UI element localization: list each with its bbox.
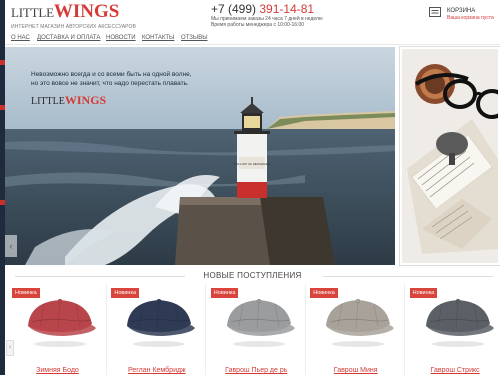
- promo-image: [402, 49, 498, 263]
- product-name-link[interactable]: Гаврош Пьер де рь: [207, 367, 305, 374]
- hero-slider[interactable]: FOLLOW US NEWHAVEN Невозможно всегда и с…: [5, 47, 395, 265]
- phone-code: +7 (499): [211, 2, 257, 16]
- logo-tagline: ИНТЕРНЕТ МАГАЗИН АВТОРСКИХ АКСЕССУАРОВ: [11, 24, 136, 30]
- carousel-prev-button[interactable]: ‹: [6, 340, 14, 356]
- page: LITTLEWINGS ИНТЕРНЕТ МАГАЗИН АВТОРСКИХ А…: [0, 0, 500, 375]
- cart-title: КОРЗИНА: [447, 8, 476, 14]
- nav-item-contacts[interactable]: КОНТАКТЫ: [142, 35, 174, 41]
- product-card[interactable]: Новинка Гаврош Пьер де рь: [206, 284, 306, 375]
- product-image[interactable]: [8, 292, 107, 352]
- nav-item-news[interactable]: НОВОСТИ: [106, 35, 136, 41]
- logo-text: LITTLEWINGS: [11, 1, 136, 22]
- logo-part2: WINGS: [53, 1, 120, 22]
- hours-line: Время работы менеджера с 10:00-16:00: [211, 22, 305, 28]
- product-name-link[interactable]: Гаврош Миня: [306, 367, 404, 374]
- slide-quote: Невозможно всегда и со всеми быть на одн…: [31, 70, 241, 88]
- site-logo[interactable]: LITTLEWINGS ИНТЕРНЕТ МАГАЗИН АВТОРСКИХ А…: [11, 1, 136, 30]
- nav-item-about[interactable]: О НАС: [11, 35, 30, 41]
- product-carousel: Новинка Зимняя Бодо Новинка Реглан Кембридж…: [5, 284, 500, 375]
- cart-status[interactable]: Ваша корзина пуста: [447, 15, 494, 21]
- product-image[interactable]: [406, 292, 500, 352]
- nav-item-delivery[interactable]: ДОСТАВКА И ОПЛАТА: [37, 35, 100, 41]
- phone-digits: 391-14-81: [259, 2, 315, 16]
- cart-icon: [429, 7, 441, 17]
- lighthouse-sign: FOLLOW US NEWHAVEN: [234, 162, 270, 166]
- quote-line: но это вовсе не значит, что надо переста…: [31, 80, 189, 87]
- header: LITTLEWINGS ИНТЕРНЕТ МАГАЗИН АВТОРСКИХ А…: [5, 0, 500, 33]
- section-title: НОВЫЕ ПОСТУПЛЕНИЯ: [203, 271, 302, 280]
- cart-widget[interactable]: КОРЗИНА Ваша корзина пуста: [429, 7, 499, 27]
- logo-part1: LITTLE: [11, 5, 54, 20]
- working-hours: Мы принимаем заказы 24 часа 7 дней в нед…: [211, 16, 351, 28]
- slider-prev-button[interactable]: ‹: [5, 235, 17, 257]
- new-arrivals-header: НОВЫЕ ПОСТУПЛЕНИЯ: [5, 268, 500, 284]
- product-card[interactable]: Новинка Реглан Кембридж: [107, 284, 207, 375]
- main-nav: О НАС ДОСТАВКА И ОПЛАТА НОВОСТИ КОНТАКТЫ…: [5, 33, 500, 45]
- product-image[interactable]: [306, 292, 405, 352]
- product-image[interactable]: [107, 292, 206, 352]
- quote-line: Невозможно всегда и со всеми быть на одн…: [31, 71, 192, 78]
- chevron-left-icon: ‹: [9, 241, 13, 251]
- promo-banner[interactable]: [399, 46, 500, 266]
- product-card[interactable]: Новинка Гаврош Миня: [306, 284, 406, 375]
- product-image[interactable]: [207, 292, 306, 352]
- product-card[interactable]: Новинка Зимняя Бодо: [8, 284, 107, 375]
- product-name-link[interactable]: Гаврош Стрикс: [406, 367, 500, 374]
- product-name-link[interactable]: Зимняя Бодо: [8, 367, 106, 374]
- chevron-left-icon: ‹: [8, 344, 12, 351]
- product-card[interactable]: Новинка Гаврош Стрикс: [405, 284, 500, 375]
- slide-logo: LITTLEWINGS: [31, 91, 106, 109]
- slide-logo-part1: LITTLE: [31, 96, 65, 107]
- slide-logo-part2: WINGS: [64, 93, 107, 107]
- nav-item-reviews[interactable]: ОТЗЫВЫ: [181, 35, 208, 41]
- product-name-link[interactable]: Реглан Кембридж: [107, 367, 205, 374]
- phone-number[interactable]: +7 (499) 391-14-81: [211, 2, 314, 16]
